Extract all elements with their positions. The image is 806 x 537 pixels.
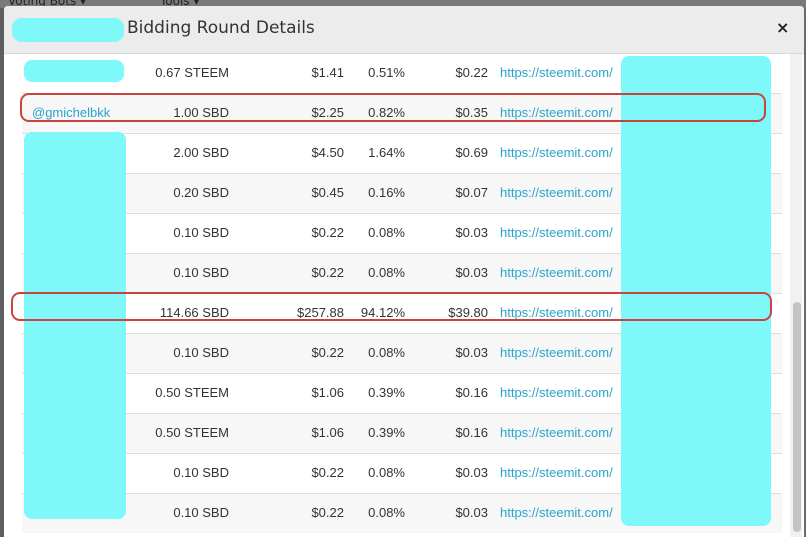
usd-cell: $0.22 xyxy=(311,265,344,280)
amount-cell: 0.50 STEEM xyxy=(155,425,229,440)
redacted-username-column xyxy=(24,132,126,519)
amount-cell: 0.50 STEEM xyxy=(155,385,229,400)
value-cell: $0.03 xyxy=(455,225,488,240)
usd-cell: $1.06 xyxy=(311,385,344,400)
redacted-username-top xyxy=(24,60,124,82)
usd-cell: $1.41 xyxy=(311,65,344,80)
highlight-large-bid-row xyxy=(11,292,772,321)
percent-cell: 0.39% xyxy=(368,385,405,400)
percent-cell: 1.64% xyxy=(368,145,405,160)
redacted-link-column xyxy=(621,56,771,526)
post-link[interactable]: https://steemit.com/ xyxy=(500,465,620,480)
value-cell: $0.22 xyxy=(455,65,488,80)
highlight-gmichelbkk-row xyxy=(20,93,766,122)
amount-cell: 0.67 STEEM xyxy=(155,65,229,80)
percent-cell: 0.08% xyxy=(368,345,405,360)
scrollbar-thumb[interactable] xyxy=(793,302,801,532)
value-cell: $0.16 xyxy=(455,385,488,400)
amount-cell: 0.20 SBD xyxy=(173,185,229,200)
usd-cell: $0.22 xyxy=(311,225,344,240)
post-link[interactable]: https://steemit.com/ xyxy=(500,185,620,200)
redacted-header-region xyxy=(12,18,124,42)
usd-cell: $0.22 xyxy=(311,345,344,360)
percent-cell: 0.08% xyxy=(368,505,405,520)
percent-cell: 0.08% xyxy=(368,265,405,280)
amount-cell: 0.10 SBD xyxy=(173,225,229,240)
value-cell: $0.03 xyxy=(455,465,488,480)
value-cell: $0.07 xyxy=(455,185,488,200)
usd-cell: $0.22 xyxy=(311,505,344,520)
percent-cell: 0.16% xyxy=(368,185,405,200)
amount-cell: 2.00 SBD xyxy=(173,145,229,160)
post-link[interactable]: https://steemit.com/ xyxy=(500,265,620,280)
value-cell: $0.03 xyxy=(455,505,488,520)
usd-cell: $0.45 xyxy=(311,185,344,200)
post-link[interactable]: https://steemit.com/ xyxy=(500,145,620,160)
usd-cell: $1.06 xyxy=(311,425,344,440)
post-link[interactable]: https://steemit.com/ xyxy=(500,425,620,440)
post-link[interactable]: https://steemit.com/ xyxy=(500,65,620,80)
modal-header: Bidding Round Details × xyxy=(4,6,804,54)
value-cell: $0.03 xyxy=(455,265,488,280)
percent-cell: 0.08% xyxy=(368,225,405,240)
usd-cell: $4.50 xyxy=(311,145,344,160)
close-icon[interactable]: × xyxy=(776,18,789,37)
amount-cell: 0.10 SBD xyxy=(173,505,229,520)
percent-cell: 0.39% xyxy=(368,425,405,440)
post-link[interactable]: https://steemit.com/ xyxy=(500,345,620,360)
bidding-round-modal: Bidding Round Details × 0.67 STEEM $1.41… xyxy=(4,6,804,537)
post-link[interactable]: https://steemit.com/ xyxy=(500,225,620,240)
amount-cell: 0.10 SBD xyxy=(173,265,229,280)
modal-title: Bidding Round Details xyxy=(127,18,315,38)
amount-cell: 0.10 SBD xyxy=(173,465,229,480)
post-link[interactable]: https://steemit.com/ xyxy=(500,385,620,400)
value-cell: $0.16 xyxy=(455,425,488,440)
amount-cell: 0.10 SBD xyxy=(173,345,229,360)
usd-cell: $0.22 xyxy=(311,465,344,480)
percent-cell: 0.51% xyxy=(368,65,405,80)
post-link[interactable]: https://steemit.com/ xyxy=(500,505,620,520)
value-cell: $0.69 xyxy=(455,145,488,160)
percent-cell: 0.08% xyxy=(368,465,405,480)
value-cell: $0.03 xyxy=(455,345,488,360)
